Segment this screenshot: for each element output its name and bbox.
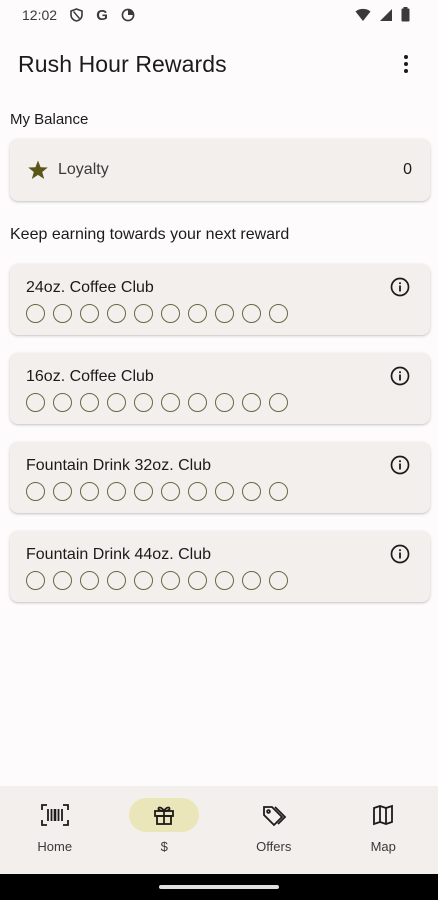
nav-item-home[interactable]: Home	[0, 786, 110, 874]
punch-circle	[53, 571, 72, 590]
punch-circle	[215, 571, 234, 590]
punch-circle	[215, 304, 234, 323]
punch-card	[26, 571, 288, 590]
google-icon: G	[96, 6, 108, 24]
punch-circle	[188, 571, 207, 590]
nav-label-rewards: $	[160, 839, 168, 854]
gesture-bar	[0, 874, 438, 900]
info-icon[interactable]	[390, 277, 410, 297]
reward-card[interactable]: Fountain Drink 32oz. Club	[10, 442, 430, 513]
punch-circle	[242, 482, 261, 501]
punch-circle	[242, 571, 261, 590]
reward-card[interactable]: 16oz. Coffee Club	[10, 353, 430, 424]
rewards-heading: Keep earning towards your next reward	[10, 226, 290, 243]
status-time: 12:02	[22, 7, 58, 23]
nav-label-map: Map	[370, 839, 396, 854]
home-gesture-handle[interactable]	[159, 885, 279, 889]
balance-value: 0	[403, 161, 412, 178]
punch-circle	[161, 482, 180, 501]
punch-circle	[26, 304, 45, 323]
punch-circle	[242, 304, 261, 323]
battery-icon	[401, 7, 410, 25]
signal-icon	[379, 8, 393, 25]
punch-circle	[26, 571, 45, 590]
info-icon[interactable]	[390, 366, 410, 386]
punch-circle	[161, 393, 180, 412]
gift-icon	[129, 798, 200, 832]
reward-title: 16oz. Coffee Club	[26, 368, 154, 385]
nav-item-rewards[interactable]: $	[110, 786, 220, 874]
punch-circle	[215, 482, 234, 501]
punch-circle	[242, 393, 261, 412]
balance-card[interactable]: Loyalty 0	[10, 139, 430, 201]
info-icon[interactable]	[390, 455, 410, 475]
barcode-scan-icon	[20, 798, 90, 832]
punch-circle	[161, 571, 180, 590]
punch-circle	[107, 482, 126, 501]
punch-circle	[134, 393, 153, 412]
reward-title: 24oz. Coffee Club	[26, 279, 154, 296]
info-icon[interactable]	[390, 544, 410, 564]
punch-circle	[215, 393, 234, 412]
wifi-icon	[355, 8, 371, 25]
nav-label-home: Home	[37, 839, 73, 854]
punch-circle	[53, 304, 72, 323]
bottom-nav: Home $ Offers Map	[0, 786, 438, 874]
map-icon	[348, 798, 418, 832]
punch-circle	[80, 482, 99, 501]
reward-card[interactable]: Fountain Drink 44oz. Club	[10, 531, 430, 602]
punch-circle	[269, 393, 288, 412]
reward-card[interactable]: 24oz. Coffee Club	[10, 264, 430, 335]
punch-circle	[26, 482, 45, 501]
status-bar: 12:02 G	[0, 0, 438, 30]
punch-circle	[188, 482, 207, 501]
punch-circle	[188, 304, 207, 323]
reward-title: Fountain Drink 44oz. Club	[26, 546, 211, 563]
nav-item-map[interactable]: Map	[329, 786, 438, 874]
punch-circle	[107, 393, 126, 412]
page-title: Rush Hour Rewards	[18, 50, 227, 77]
punch-circle	[134, 304, 153, 323]
nav-item-offers[interactable]: Offers	[219, 786, 329, 874]
punch-circle	[107, 571, 126, 590]
punch-circle	[269, 571, 288, 590]
punch-circle	[161, 304, 180, 323]
reward-title: Fountain Drink 32oz. Club	[26, 457, 211, 474]
punch-circle	[188, 393, 207, 412]
punch-circle	[80, 571, 99, 590]
vpn-shield-icon	[69, 8, 83, 22]
punch-circle	[134, 571, 153, 590]
nav-label-offers: Offers	[256, 839, 292, 854]
punch-circle	[107, 304, 126, 323]
tag-icon	[239, 798, 309, 832]
punch-card	[26, 393, 288, 412]
punch-circle	[53, 482, 72, 501]
punch-card	[26, 304, 288, 323]
punch-circle	[80, 393, 99, 412]
balance-name: Loyalty	[58, 161, 109, 178]
star-icon	[26, 158, 50, 182]
punch-circle	[269, 482, 288, 501]
punch-circle	[269, 304, 288, 323]
app-bar: Rush Hour Rewards	[0, 40, 438, 88]
punch-circle	[134, 482, 153, 501]
balance-heading: My Balance	[10, 111, 89, 128]
data-saver-icon	[121, 8, 135, 22]
punch-card	[26, 482, 288, 501]
punch-circle	[53, 393, 72, 412]
punch-circle	[80, 304, 99, 323]
punch-circle	[26, 393, 45, 412]
more-vert-icon[interactable]	[394, 52, 418, 76]
